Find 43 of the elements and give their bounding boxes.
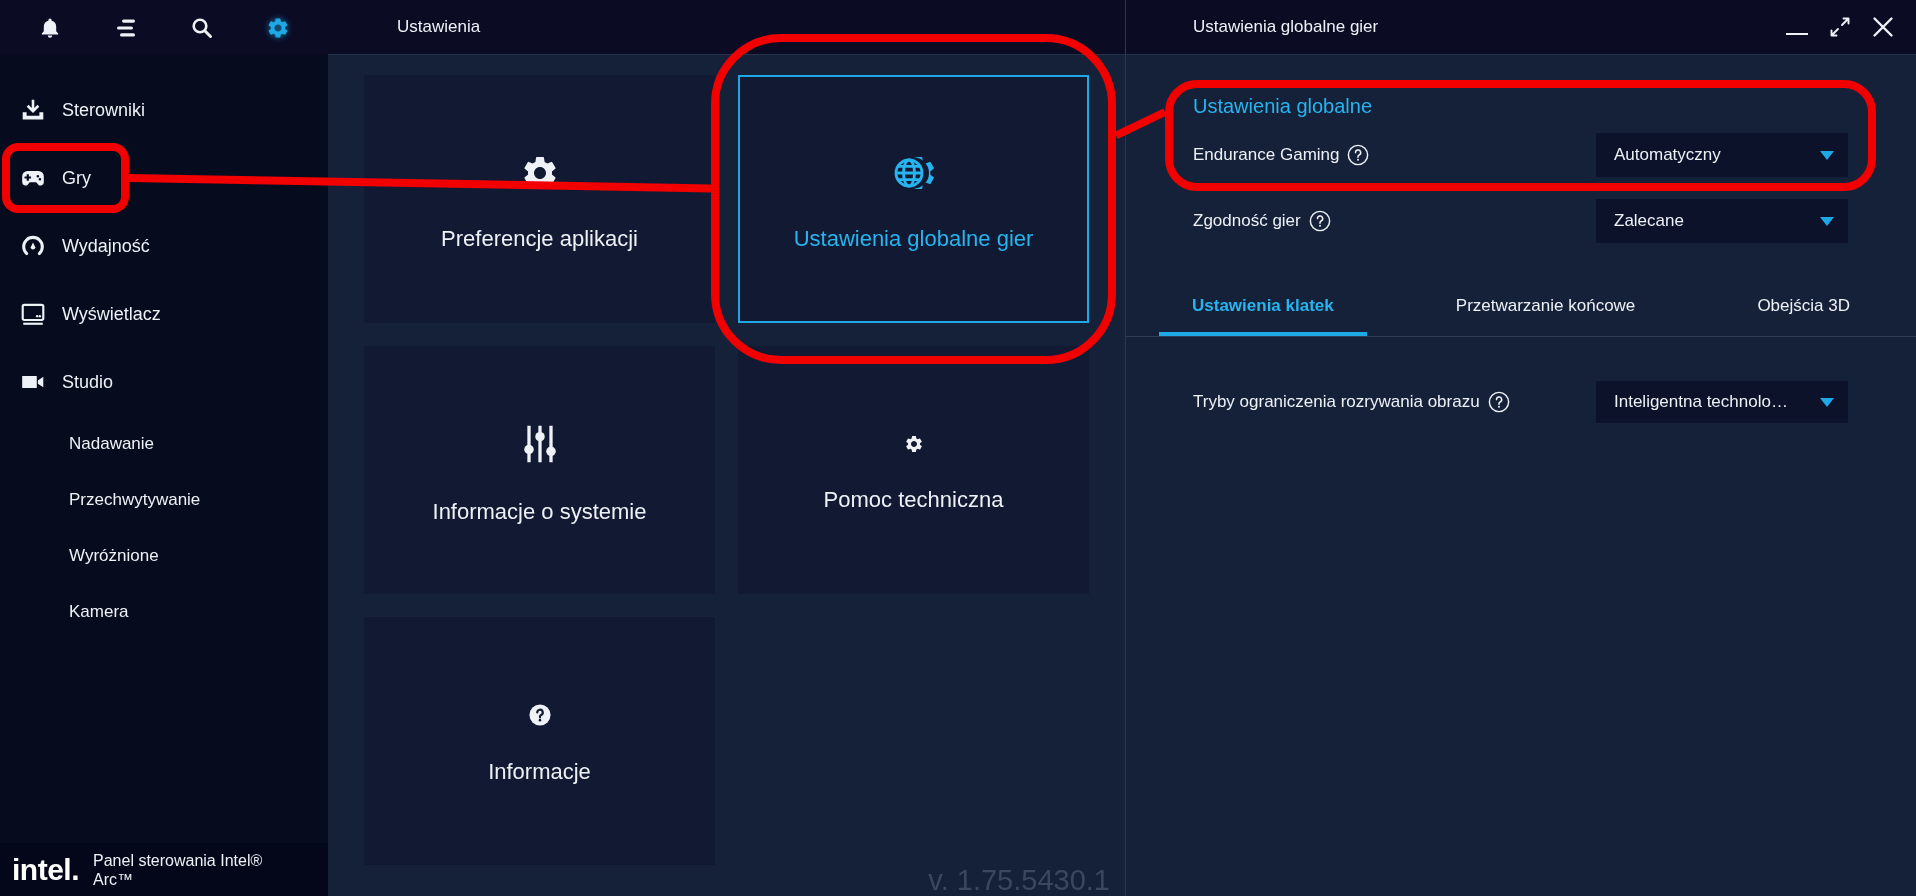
settings-tile[interactable]: Informacje bbox=[364, 617, 715, 865]
help-icon[interactable] bbox=[1487, 391, 1510, 413]
caret-icon bbox=[1820, 397, 1834, 407]
search-icon[interactable] bbox=[190, 15, 214, 40]
dropdown[interactable]: Inteligentna technolo… bbox=[1596, 381, 1848, 423]
gear-icon bbox=[903, 434, 924, 454]
nav-item[interactable]: Wydajność bbox=[0, 212, 170, 280]
nav-subitem[interactable]: Nadawanie bbox=[0, 416, 175, 472]
nav-subitem[interactable]: Wyróżnione bbox=[0, 528, 179, 584]
help-icon[interactable] bbox=[1308, 210, 1331, 232]
nav-item[interactable]: Gry bbox=[0, 144, 111, 212]
monitor-icon bbox=[20, 301, 46, 327]
tab[interactable]: Ustawienia klatek bbox=[1159, 280, 1367, 336]
app-name: Panel sterowania Intel® Arc™ bbox=[93, 850, 264, 889]
tab[interactable]: Przetwarzanie końcowe bbox=[1422, 280, 1669, 336]
setting-label: Zgodność gier bbox=[1193, 211, 1301, 231]
expand-icon[interactable] bbox=[1828, 15, 1852, 39]
nav-subitem[interactable]: Kamera bbox=[0, 584, 149, 640]
close-icon[interactable] bbox=[1871, 15, 1895, 39]
section-title: Ustawienia globalne bbox=[1193, 94, 1373, 118]
settings-tile[interactable]: Informacje o systemie bbox=[364, 346, 715, 594]
settings-tile[interactable]: Preferencje aplikacji bbox=[364, 75, 715, 323]
brand-logo: intel. bbox=[12, 852, 79, 887]
caret-icon bbox=[1820, 216, 1834, 226]
header-title: Ustawienia bbox=[397, 17, 481, 37]
settings-icon[interactable] bbox=[266, 15, 290, 40]
setting-label: Endurance Gaming bbox=[1193, 145, 1340, 165]
nav-item[interactable]: Wyświetlacz bbox=[0, 280, 181, 348]
settings-tile[interactable]: Ustawienia globalne gier bbox=[738, 75, 1089, 323]
nav-subitem[interactable]: Przechwytywanie bbox=[0, 472, 221, 528]
help-icon[interactable] bbox=[1347, 144, 1370, 166]
question-icon bbox=[528, 704, 551, 726]
caret-icon bbox=[1820, 150, 1834, 160]
nav-item[interactable]: Studio bbox=[0, 348, 134, 416]
dropdown[interactable]: Automatyczny bbox=[1596, 133, 1848, 177]
tab[interactable]: Obejścia 3D bbox=[1724, 280, 1883, 336]
setting-label: Tryby ograniczenia rozrywania obrazu bbox=[1193, 392, 1480, 412]
settings-tile[interactable]: Pomoc techniczna bbox=[738, 346, 1089, 594]
connector-line bbox=[1114, 108, 1167, 140]
dropdown[interactable]: Zalecane bbox=[1596, 199, 1848, 243]
download-icon bbox=[20, 97, 46, 123]
panel-title: Ustawienia globalne gier bbox=[1193, 17, 1380, 37]
nav-item[interactable]: Sterowniki bbox=[0, 76, 166, 144]
